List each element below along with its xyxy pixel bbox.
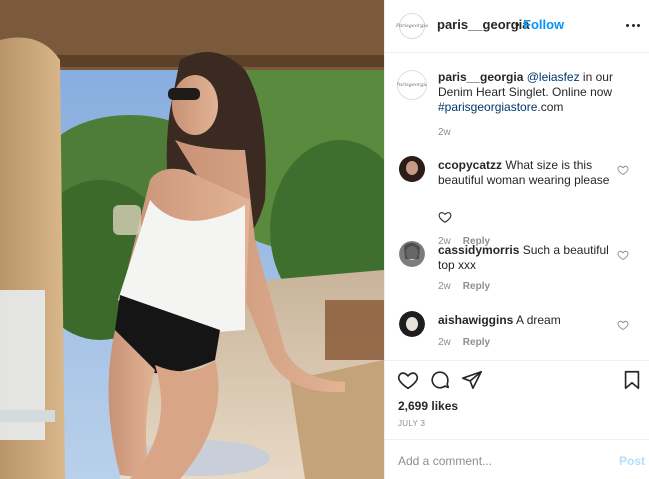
reply-button[interactable]: Reply: [463, 337, 490, 348]
share-send-icon[interactable]: [461, 369, 483, 391]
logo-text: Parisgeorgia: [397, 82, 427, 88]
caption-username[interactable]: paris__georgia: [438, 70, 523, 84]
comment-age: 2w: [438, 281, 451, 292]
more-options-icon[interactable]: [626, 18, 640, 32]
post-photo[interactable]: [0, 0, 384, 479]
comment-text: aishawiggins A dream: [438, 313, 618, 328]
follow-button[interactable]: Follow: [523, 17, 564, 32]
commenter-avatar[interactable]: [399, 156, 425, 182]
comment-heart-icon[interactable]: [438, 210, 452, 224]
caption-mention[interactable]: @leiasfez: [527, 70, 580, 84]
comment-username[interactable]: aishawiggins: [438, 313, 513, 327]
caption-hashtag[interactable]: #parisgeorgiastore: [438, 100, 537, 114]
reply-button[interactable]: Reply: [463, 281, 490, 292]
comment-username[interactable]: cassidymorris: [438, 243, 519, 257]
post-header: Parisgeorgia paris__georgia • Follow: [385, 0, 649, 53]
post-actions: 2,699 likes JULY 3 Add a comment... Post: [385, 360, 649, 479]
post-comment-button[interactable]: Post: [619, 454, 645, 468]
caption-text: paris__georgia @leiasfez in our Denim He…: [438, 70, 618, 115]
comment-body: A dream: [516, 313, 561, 327]
separator-dot: •: [515, 17, 520, 32]
add-comment-bar: Add a comment... Post: [385, 439, 649, 479]
comment-username[interactable]: ccopycatzz: [438, 158, 502, 172]
caption-end: .com: [537, 100, 564, 114]
comment-text: cassidymorris Such a beautiful top xxx: [438, 243, 618, 273]
logo-text: Parisgeorgia: [395, 23, 429, 29]
commenter-avatar[interactable]: [399, 241, 425, 267]
comment-meta: 2w Reply: [438, 281, 490, 292]
save-bookmark-icon[interactable]: [621, 369, 643, 391]
caption-avatar[interactable]: Parisgeorgia: [397, 70, 427, 100]
commenter-avatar[interactable]: [399, 311, 425, 337]
comment-input[interactable]: Add a comment...: [398, 454, 492, 468]
post-date: JULY 3: [398, 419, 426, 428]
caption-age: 2w: [438, 127, 451, 138]
comment-meta: 2w Reply: [438, 337, 490, 348]
comment-bubble-icon[interactable]: [429, 369, 451, 391]
account-avatar[interactable]: Parisgeorgia: [395, 13, 429, 39]
post-side-panel: Parisgeorgia paris__georgia • Follow Par…: [384, 0, 649, 479]
likes-count[interactable]: 2,699 likes: [398, 399, 458, 413]
like-comment-icon[interactable]: [617, 164, 629, 176]
comment-age: 2w: [438, 337, 451, 348]
like-comment-icon[interactable]: [617, 249, 629, 261]
like-heart-icon[interactable]: [397, 369, 419, 391]
comments-list: Parisgeorgia paris__georgia @leiasfez in…: [385, 54, 649, 359]
comment-text: ccopycatzz What size is this beautiful w…: [438, 158, 618, 188]
like-comment-icon[interactable]: [617, 319, 629, 331]
